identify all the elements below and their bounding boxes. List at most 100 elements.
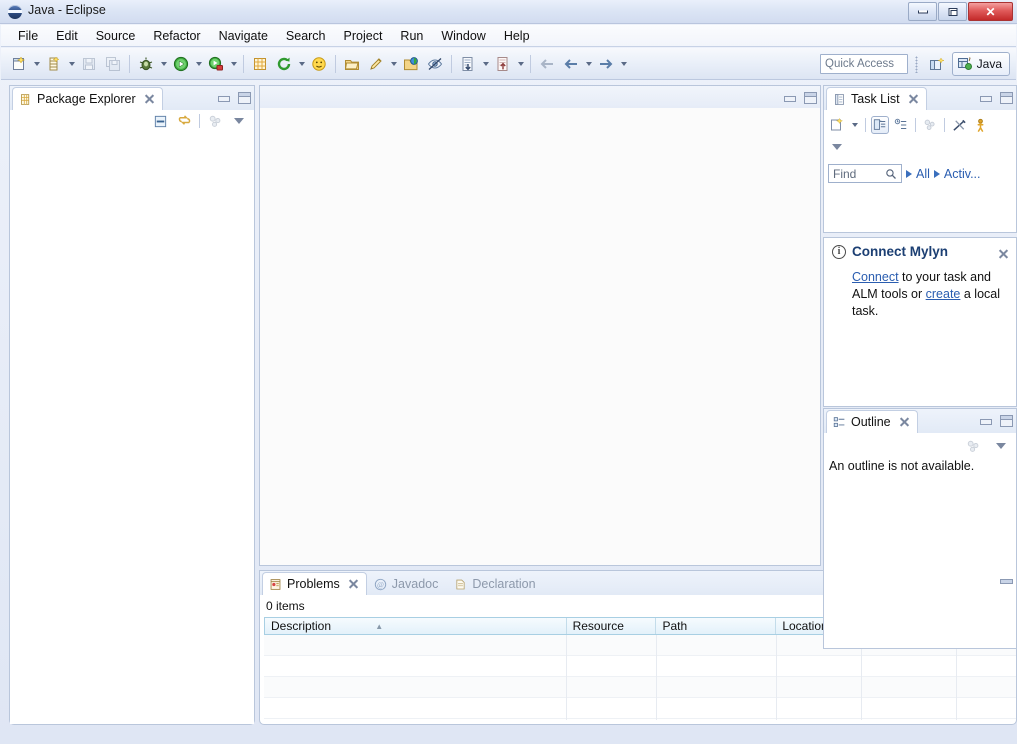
new-java-class-icon[interactable] (249, 53, 271, 75)
connect-link[interactable]: Connect (852, 270, 899, 284)
menu-project[interactable]: Project (335, 27, 392, 45)
focus-on-active-task-icon[interactable] (964, 437, 982, 455)
close-icon[interactable] (899, 417, 909, 427)
minimize-icon[interactable] (978, 90, 992, 104)
menu-file[interactable]: File (9, 27, 47, 45)
table-row[interactable] (264, 656, 1016, 677)
column-header-description[interactable]: ▲ Description (265, 618, 567, 634)
connect-mylyn-close[interactable] (998, 246, 1008, 264)
view-menu-icon[interactable] (230, 112, 248, 130)
tab-declaration[interactable]: Declaration (447, 572, 544, 595)
next-annotation-dropdown-icon[interactable] (480, 53, 491, 75)
categorized-presentation-icon[interactable] (871, 116, 889, 134)
minimize-icon[interactable] (978, 413, 992, 427)
collapse-all-icon[interactable] (151, 112, 169, 130)
maximize-icon[interactable] (998, 413, 1013, 427)
activate-task-icon[interactable] (971, 116, 989, 134)
column-header-path[interactable]: Path (656, 618, 777, 634)
perspective-java-button[interactable]: Java (951, 52, 1010, 76)
menu-navigate[interactable]: Navigate (210, 27, 277, 45)
window-controls: ✕ (907, 2, 1013, 21)
quick-access-input[interactable]: Quick Access (820, 54, 908, 74)
run-dropdown-icon[interactable] (193, 53, 204, 75)
new-annotation-icon[interactable] (365, 53, 387, 75)
create-link[interactable]: create (926, 287, 961, 301)
previous-annotation-dropdown-icon[interactable] (515, 53, 526, 75)
tab-outline[interactable]: Outline (826, 410, 918, 433)
open-resource-icon[interactable] (400, 53, 422, 75)
expand-active-arrow-icon[interactable] (933, 169, 940, 178)
forward-icon[interactable] (595, 53, 617, 75)
filter-all[interactable]: All (916, 167, 930, 181)
table-row[interactable] (264, 698, 1016, 719)
expand-all-arrow-icon[interactable] (906, 169, 912, 178)
open-perspective-icon[interactable] (926, 54, 948, 76)
close-icon[interactable] (908, 94, 918, 104)
debug-icon[interactable] (135, 53, 157, 75)
new-java-package-dropdown-icon[interactable] (66, 53, 77, 75)
previous-annotation-icon[interactable] (492, 53, 514, 75)
open-task-icon[interactable] (341, 53, 363, 75)
window-title: Java - Eclipse (28, 3, 106, 17)
editor-area (259, 85, 821, 566)
task-list-find-row: Find All Activ... (828, 164, 1012, 183)
new-task-dropdown-icon[interactable] (849, 114, 860, 136)
menu-edit[interactable]: Edit (47, 27, 87, 45)
maximize-icon[interactable] (998, 90, 1013, 104)
focus-on-active-task-icon[interactable] (206, 112, 224, 130)
menu-search[interactable]: Search (277, 27, 335, 45)
view-menu-icon[interactable] (828, 138, 846, 156)
open-type-icon[interactable] (308, 53, 330, 75)
save-icon[interactable] (78, 53, 100, 75)
tab-problems[interactable]: Problems (262, 572, 367, 595)
refresh-icon[interactable] (273, 53, 295, 75)
find-placeholder: Find (833, 166, 857, 181)
task-list-tabbar: Task List (824, 86, 1016, 110)
back-icon[interactable] (536, 53, 558, 75)
toggle-mark-occurrences-icon[interactable] (424, 53, 446, 75)
table-row[interactable] (264, 677, 1016, 698)
refresh-dropdown-icon[interactable] (296, 53, 307, 75)
close-icon[interactable] (144, 94, 154, 104)
link-with-editor-icon[interactable] (175, 112, 193, 130)
minimize-icon[interactable] (782, 90, 796, 104)
menu-run[interactable]: Run (391, 27, 432, 45)
new-java-package-icon[interactable] (43, 53, 65, 75)
back-dropdown-icon[interactable] (583, 53, 594, 75)
back-nav-icon[interactable] (560, 53, 582, 75)
close-button[interactable]: ✕ (968, 2, 1013, 21)
run-external-tools-icon[interactable] (205, 53, 227, 75)
new-task-icon[interactable] (828, 116, 846, 134)
next-annotation-icon[interactable] (457, 53, 479, 75)
deactivate-task-icon[interactable] (950, 116, 968, 134)
column-header-resource[interactable]: Resource (567, 618, 657, 634)
tab-javadoc[interactable]: @ Javadoc (367, 572, 448, 595)
view-menu-icon[interactable] (992, 437, 1010, 455)
menu-source[interactable]: Source (87, 27, 145, 45)
minimize-icon[interactable] (216, 90, 230, 104)
forward-dropdown-icon[interactable] (618, 53, 629, 75)
close-icon[interactable] (348, 579, 358, 589)
minimize-button[interactable] (908, 2, 937, 21)
find-input[interactable]: Find (828, 164, 902, 183)
restore-button[interactable] (938, 2, 967, 21)
run-external-tools-dropdown-icon[interactable] (228, 53, 239, 75)
save-all-icon[interactable] (102, 53, 124, 75)
scheduled-presentation-icon[interactable] (892, 116, 910, 134)
package-explorer-tree[interactable] (10, 132, 254, 724)
run-icon[interactable] (170, 53, 192, 75)
maximize-icon[interactable] (802, 90, 817, 104)
debug-dropdown-icon[interactable] (158, 53, 169, 75)
synchronize-changed-icon[interactable] (921, 116, 939, 134)
new-wizard-icon[interactable] (8, 53, 30, 75)
maximize-icon[interactable] (236, 90, 251, 104)
menu-refactor[interactable]: Refactor (144, 27, 209, 45)
tab-task-list[interactable]: Task List (826, 87, 927, 110)
editor-empty-body[interactable] (260, 108, 820, 565)
menu-help[interactable]: Help (495, 27, 539, 45)
new-annotation-dropdown-icon[interactable] (388, 53, 399, 75)
new-wizard-dropdown-icon[interactable] (31, 53, 42, 75)
filter-active[interactable]: Activ... (944, 167, 981, 181)
menu-window[interactable]: Window (432, 27, 494, 45)
tab-package-explorer[interactable]: Package Explorer (12, 87, 163, 110)
